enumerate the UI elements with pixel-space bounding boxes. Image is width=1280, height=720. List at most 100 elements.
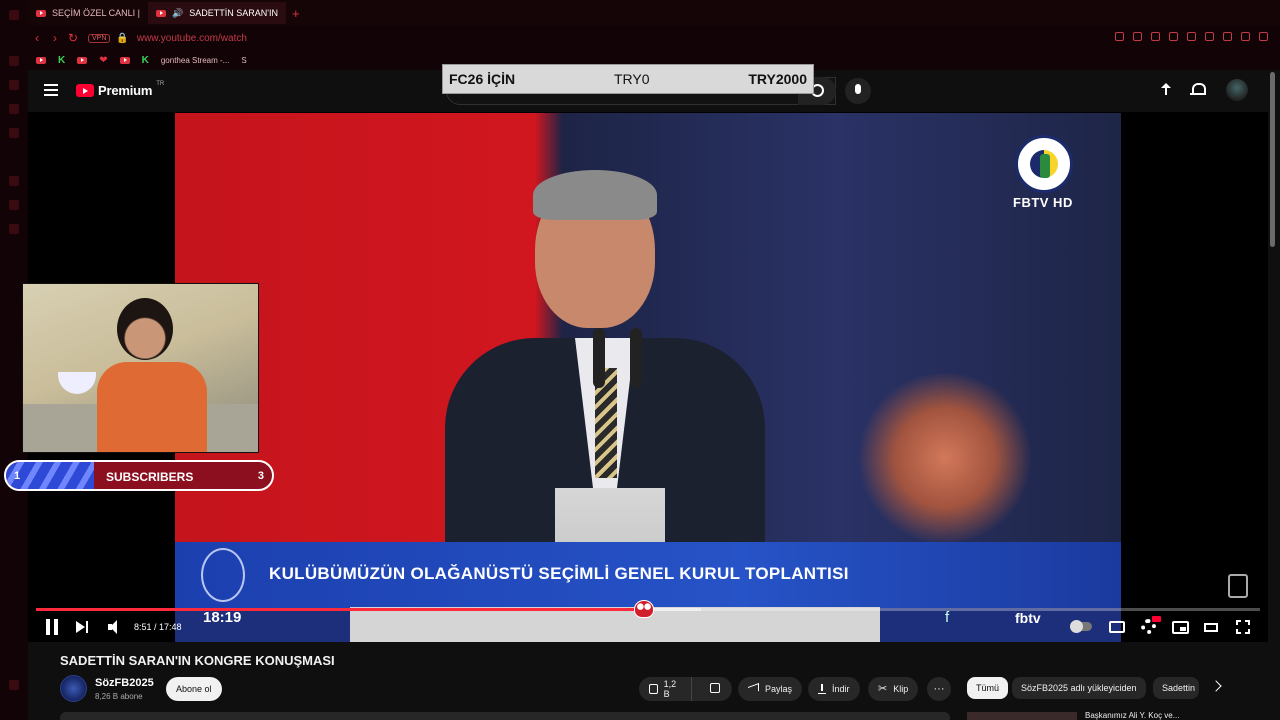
download-icon[interactable] (1241, 32, 1250, 41)
dislike-button[interactable] (698, 683, 732, 695)
channel-avatar[interactable] (60, 675, 87, 702)
channel-watermark-icon[interactable] (1228, 574, 1248, 598)
speaker-icon: 🔊 (172, 7, 184, 18)
next-video-button[interactable] (76, 619, 90, 635)
clip-button[interactable]: ✂ Klip (868, 677, 919, 701)
microphone (593, 328, 605, 388)
scrollbar-thumb[interactable] (1270, 72, 1275, 247)
youtube-premium-logo[interactable]: Premium TR (76, 80, 165, 98)
download-button[interactable]: İndir (808, 677, 860, 701)
url-field[interactable]: www.youtube.com/watch (137, 33, 247, 44)
fullscreen-icon[interactable] (1236, 620, 1250, 634)
sidebar-app-icon[interactable] (9, 80, 19, 90)
browser-toolbar-icons (1115, 32, 1268, 41)
lower-third-banner: KULÜBÜMÜZÜN OLAĞANÜSTÜ SEÇİMLİ GENEL KUR… (175, 542, 1121, 608)
download-label: İndir (832, 684, 850, 694)
notifications-bell-icon[interactable] (1190, 82, 1206, 97)
youtube-favicon-icon (156, 9, 167, 17)
recommended-thumbnail[interactable] (967, 712, 1077, 720)
sidebar-app-icon[interactable] (9, 56, 19, 66)
bookmark-s[interactable]: S (241, 56, 246, 65)
pause-button[interactable] (46, 619, 58, 635)
bookmark-heart-icon[interactable]: ❤ (99, 55, 107, 66)
play-icon[interactable] (1169, 32, 1178, 41)
logo-region: TR (156, 80, 165, 87)
sidebar-app-icon[interactable] (9, 176, 19, 186)
vpn-badge[interactable]: VPN (88, 33, 111, 43)
chip-from-uploader[interactable]: SözFB2025 adlı yükleyiciden (1012, 677, 1146, 699)
heart-icon[interactable] (1187, 32, 1196, 41)
video-frame: FBTV HD KULÜBÜMÜZÜN OLAĞANÜSTÜ SEÇİMLİ G… (175, 113, 1121, 642)
streamer-webcam (22, 283, 259, 453)
forward-icon[interactable]: › (46, 31, 64, 45)
browser-logo-icon[interactable] (9, 10, 19, 20)
bookmark-kick-2[interactable]: K (142, 55, 149, 66)
download-icon (818, 684, 826, 694)
goal-start: 1 (14, 470, 21, 482)
channel-name[interactable]: SözFB2025 (95, 677, 154, 689)
chip-all[interactable]: Tümü (967, 677, 1009, 699)
video-title: SADETTİN SARAN'IN KONGRE KONUŞMASI (60, 653, 335, 668)
sidebar-app-icon[interactable] (9, 128, 19, 138)
tab-sadettin[interactable]: 🔊 SADETTİN SARAN'IN (148, 2, 286, 24)
upload-icon[interactable] (1158, 82, 1174, 98)
sidebar-app-icon[interactable] (9, 104, 19, 114)
sidebar-settings-icon[interactable] (9, 680, 19, 690)
like-dislike-group: 1,2 B (639, 677, 732, 701)
tab-secim[interactable]: SEÇİM ÖZEL CANLI | (28, 2, 148, 24)
bookmark-youtube-icon[interactable] (77, 56, 88, 64)
hamburger-menu-icon[interactable] (44, 84, 58, 96)
progress-bar[interactable] (36, 600, 1260, 618)
page-scrollbar[interactable] (1270, 70, 1276, 720)
lock-icon: 🔒 (116, 32, 129, 44)
subscribe-button[interactable]: Abone ol (166, 677, 222, 701)
microphone-icon[interactable] (845, 78, 871, 104)
extensions-icon[interactable] (1205, 32, 1214, 41)
back-icon[interactable]: ‹ (28, 31, 46, 45)
bookmark-gonthea[interactable]: gonthea Stream -... (161, 56, 229, 65)
donation-goal-banner: FC26 İÇİN TRY0 TRY2000 (442, 64, 814, 94)
more-actions-button[interactable]: ··· (927, 677, 951, 701)
goal-label: SUBSCRIBERS (106, 470, 194, 484)
subtitles-icon[interactable] (1109, 621, 1125, 633)
logo-text: Premium (98, 83, 153, 98)
like-count: 1,2 B (663, 679, 677, 699)
lower-third-crest-icon (201, 548, 245, 602)
clip-label: Klip (893, 684, 909, 694)
reload-icon[interactable]: ↻ (64, 31, 82, 45)
microphone (630, 328, 642, 388)
like-button[interactable]: 1,2 B (639, 677, 692, 701)
lower-third-text: KULÜBÜMÜZÜN OLAĞANÜSTÜ SEÇİMLİ GENEL KUR… (269, 564, 849, 583)
snapshot-icon[interactable] (1133, 32, 1142, 41)
browser-menu-icon[interactable] (1259, 32, 1268, 41)
record-icon[interactable] (1151, 32, 1160, 41)
theater-mode-icon[interactable] (1204, 623, 1218, 632)
played-bar (36, 608, 645, 611)
recommended-title[interactable]: Başkanımız Ali Y. Koç ve... (1085, 711, 1179, 720)
profile-icon[interactable] (1223, 32, 1232, 41)
description-box[interactable] (60, 712, 950, 720)
address-bar: ‹ › ↻ VPN 🔒 www.youtube.com/watch (28, 26, 1280, 50)
chip-sadettin[interactable]: Sadettin (1153, 677, 1199, 699)
pin-icon[interactable] (1115, 32, 1124, 41)
autoplay-toggle[interactable] (1070, 620, 1092, 633)
account-avatar[interactable] (1226, 79, 1248, 101)
banner-target-amount: TRY2000 (748, 71, 807, 87)
thumbs-down-icon (710, 683, 720, 693)
miniplayer-icon[interactable] (1172, 621, 1189, 634)
share-label: Paylaş (765, 684, 793, 694)
time-display: 8:51 / 17:48 (134, 622, 182, 632)
share-button[interactable]: Paylaş (738, 677, 803, 701)
banner-goal-label: FC26 İÇİN (449, 71, 516, 87)
sidebar-app-icon[interactable] (9, 200, 19, 210)
bookmark-youtube-icon[interactable] (119, 56, 130, 64)
new-tab-button[interactable]: + (286, 6, 306, 21)
bookmark-kick-1[interactable]: K (58, 55, 65, 66)
sidebar-app-icon[interactable] (9, 224, 19, 234)
bookmark-youtube-icon[interactable] (36, 56, 46, 64)
share-icon (748, 682, 759, 696)
tab-label: SADETTİN SARAN'IN (189, 8, 278, 18)
chevron-right-icon[interactable] (1210, 680, 1222, 692)
volume-icon[interactable] (108, 619, 124, 635)
banner-current-amount: TRY0 (613, 71, 650, 87)
